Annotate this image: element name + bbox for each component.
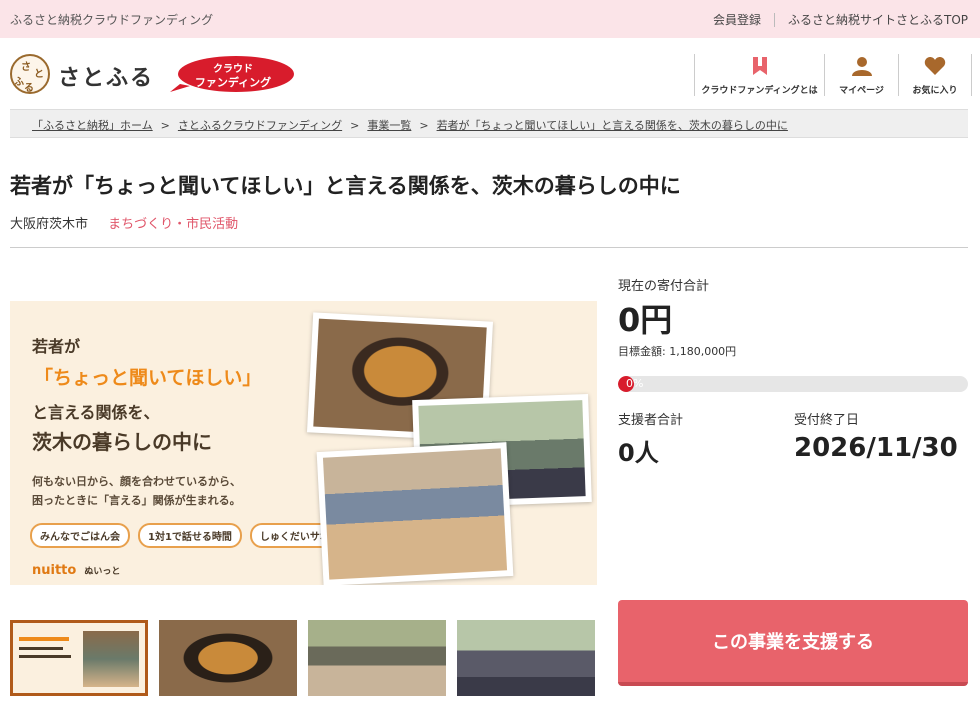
hero-subtext2: 困ったときに「言える」関係が生まれる。 — [32, 494, 241, 507]
site-name: ふるさと納税クラウドファンディング — [10, 13, 214, 27]
hero-subtext1: 何もない日から、顔を合わせているから、 — [32, 475, 241, 488]
project-city: 大阪府茨木市 — [10, 217, 89, 232]
end-date-label: 受付終了日 — [794, 413, 860, 428]
heart-icon — [924, 56, 946, 75]
crowdfunding-badge[interactable]: クラウド ファンディング — [170, 54, 296, 94]
nav-crowdfunding-about[interactable]: クラウドファンディングとは — [694, 54, 824, 96]
backers-value: 0人 — [618, 439, 659, 467]
hero-image: 若者が 「ちょっと聞いてほしい」 と言える関係を、 茨木の暮らしの中に 何もない… — [10, 301, 597, 585]
badge-line1: クラウド — [213, 64, 253, 75]
badge-line2: ファンディング — [194, 76, 272, 89]
hero-line1: 若者が — [32, 337, 81, 356]
progress-bar: 0% — [618, 376, 968, 392]
total-label: 現在の寄付合計 — [618, 279, 710, 294]
thumbnail-strip — [10, 620, 600, 696]
end-date-value: 2026/11/30 — [794, 433, 958, 463]
person-icon — [851, 56, 872, 76]
goal-amount: 目標金額: 1,180,000円 — [618, 345, 737, 358]
hero-line2: 「ちょっと聞いてほしい」 — [34, 367, 262, 389]
hero-line4: 茨木の暮らしの中に — [32, 430, 212, 454]
satofull-top-link[interactable]: ふるさと納税サイトさとふるTOP — [788, 11, 968, 28]
breadcrumb-crowdfunding[interactable]: さとふるクラウドファンディング — [178, 119, 342, 132]
project-meta: 大阪府茨木市 まちづくり・市民活動 — [10, 213, 238, 232]
nav-label: クラウドファンディングとは — [701, 86, 818, 96]
hero-brand: nuitto ぬいっと — [32, 563, 121, 578]
nav-favorites[interactable]: お気に入り — [898, 54, 972, 96]
divider — [10, 247, 968, 248]
nav-mypage[interactable]: マイページ — [824, 54, 898, 96]
nav-label: お気に入り — [912, 86, 958, 96]
satofull-logo-mark[interactable]: さ と ふ る — [10, 54, 50, 94]
bookmark-icon — [752, 56, 767, 75]
satofull-logo-text[interactable]: さとふる — [58, 60, 154, 92]
top-bar: ふるさと納税クラウドファンディング 会員登録 ふるさと納税サイトさとふるTOP — [0, 0, 980, 38]
hero-photo-table — [316, 442, 514, 585]
breadcrumb-projects[interactable]: 事業一覧 — [367, 119, 411, 132]
register-link[interactable]: 会員登録 — [713, 11, 761, 28]
total-value: 0円 — [618, 301, 673, 339]
page-title: 若者が「ちょっと聞いてほしい」と言える関係を、茨木の暮らしの中に — [10, 174, 681, 198]
breadcrumb-current[interactable]: 若者が「ちょっと聞いてほしい」と言える関係を、茨木の暮らしの中に — [437, 119, 788, 132]
support-project-button[interactable]: この事業を支援する — [618, 600, 968, 686]
breadcrumb-home[interactable]: 「ふるさと納税」ホーム — [32, 119, 153, 132]
progress-percent: 0% — [626, 377, 644, 390]
header-nav: クラウドファンディングとは マイページ お気に入り — [694, 54, 972, 96]
thumbnail-1[interactable] — [10, 620, 148, 696]
nav-label: マイページ — [839, 86, 884, 96]
backers-label: 支援者合計 — [618, 413, 684, 428]
thumbnail-4[interactable] — [457, 620, 595, 696]
hero-tag: 1対1で話せる時間 — [138, 523, 242, 548]
divider — [773, 12, 775, 27]
project-category[interactable]: まちづくり・市民活動 — [108, 217, 238, 232]
breadcrumb: 「ふるさと納税」ホーム > さとふるクラウドファンディング > 事業一覧 > 若者が「ちょっ… — [10, 109, 968, 138]
hero-line3: と言える関係を、 — [32, 403, 160, 422]
thumbnail-3[interactable] — [308, 620, 446, 696]
header: さ と ふ る さとふる クラウド ファンディング クラウドファンディングとは — [0, 38, 980, 108]
hero-tag: みんなでごはん会 — [30, 523, 130, 548]
top-links: 会員登録 ふるさと納税サイトさとふるTOP — [713, 11, 968, 28]
thumbnail-2[interactable] — [159, 620, 297, 696]
hero-tags: みんなでごはん会 1対1で話せる時間 しゅくだいサポート — [30, 523, 368, 548]
